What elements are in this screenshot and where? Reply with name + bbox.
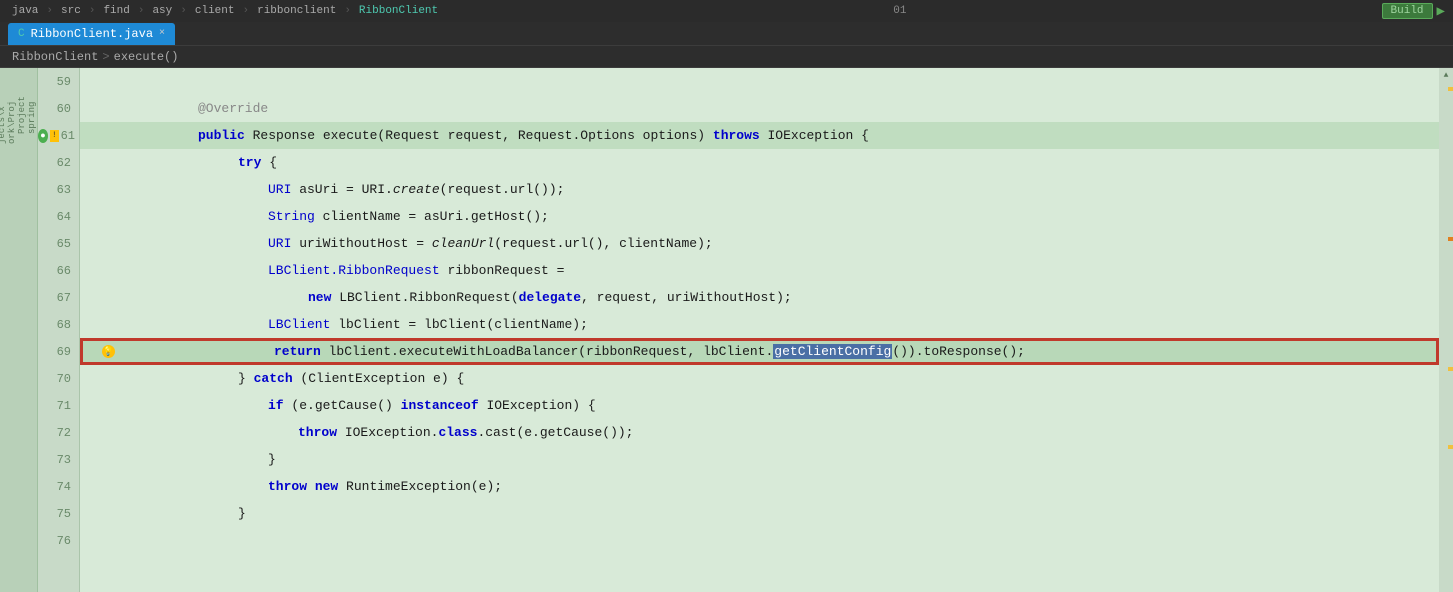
line-71: 71 (38, 392, 79, 419)
line-76: 76 (38, 527, 79, 554)
breadcrumb-part1: RibbonClient (12, 50, 98, 64)
sidebar-project: Project (17, 68, 27, 138)
line-75: 75 (38, 500, 79, 527)
gutter-marker-1 (1448, 87, 1453, 91)
breadcrumb-part2: execute() (114, 50, 179, 64)
code-editor: spring Project ork\Proj jects\x k\Proj 5… (0, 68, 1453, 592)
gutter-marker-3 (1448, 367, 1453, 371)
code-line-59 (80, 68, 1439, 95)
code-line-62: try { (80, 149, 1439, 176)
code-line-60: @Override (80, 95, 1439, 122)
nav-src: src (57, 5, 85, 17)
right-gutter-track (1439, 82, 1453, 592)
sidebar-jects: jects\x (0, 68, 7, 148)
nav-ribbonclient-upper: RibbonClient (355, 5, 442, 17)
build-button[interactable]: Build (1382, 3, 1433, 19)
editor-window: java › src › find › asy › client › ribbo… (0, 0, 1453, 592)
line-68: 68 (38, 311, 79, 338)
code-line-75: } (80, 500, 1439, 527)
line-64: 64 (38, 203, 79, 230)
code-content: @Override public Response execute(Reques… (80, 68, 1439, 592)
nav-java: java (8, 5, 42, 17)
line-info: 01 (893, 5, 906, 17)
line-59: 59 (38, 68, 79, 95)
breadcrumb-separator: > (102, 50, 109, 64)
code-line-70: } catch (ClientException e) { (80, 365, 1439, 392)
bulb-icon[interactable]: 💡 (102, 345, 115, 358)
code-line-66: LBClient.RibbonRequest ribbonRequest = (80, 257, 1439, 284)
code-line-64: String clientName = asUri.getHost(); (80, 203, 1439, 230)
sidebar-spring: spring (27, 68, 37, 138)
tab-label: RibbonClient.java (31, 27, 153, 41)
nav-find: find (99, 5, 133, 17)
nav-asy: asy (148, 5, 176, 17)
line-65: 65 (38, 230, 79, 257)
line-66: 66 (38, 257, 79, 284)
line-62: 62 (38, 149, 79, 176)
code-line-74: throw new RuntimeException(e); (80, 473, 1439, 500)
code-line-73: } (80, 446, 1439, 473)
warning-icon: ! (50, 130, 59, 142)
gutter-marker-2 (1448, 237, 1453, 241)
tab-bar: C RibbonClient.java × (0, 22, 1453, 46)
code-line-69: 💡 return lbClient.executeWithLoadBalance… (80, 338, 1439, 365)
sidebar-ork: ork\Proj (7, 68, 17, 148)
line-69: 69 (38, 338, 79, 365)
code-line-65: URI uriWithoutHost = cleanUrl (request.u… (80, 230, 1439, 257)
right-gutter: ▲ ▼ (1439, 68, 1453, 592)
left-sidebar: spring Project ork\Proj jects\x k\Proj (0, 68, 38, 592)
nav-client: client (191, 5, 239, 17)
line-73: 73 (38, 446, 79, 473)
code-line-63: URI asUri = URI. create (request.url()); (80, 176, 1439, 203)
selected-text: getClientConfig (773, 344, 892, 359)
tab-close-button[interactable]: × (159, 28, 165, 39)
code-line-67: new LBClient.RibbonRequest( delegate , r… (80, 284, 1439, 311)
code-line-61: public Response execute(Request request,… (80, 122, 1439, 149)
line-70: 70 (38, 365, 79, 392)
top-nav: java › src › find › asy › client › ribbo… (0, 0, 1453, 22)
nav-ribbonclient-lower: ribbonclient (253, 5, 340, 17)
line-72: 72 (38, 419, 79, 446)
line-74: 74 (38, 473, 79, 500)
line-60: 60 (38, 95, 79, 122)
breakpoint-icon: ● (38, 129, 48, 143)
scroll-up-arrow[interactable]: ▲ (1439, 68, 1453, 82)
breadcrumb: RibbonClient > execute() (0, 46, 1453, 68)
line-numbers-gutter: 59 60 ● ! 61 62 63 64 65 66 67 68 69 70 … (38, 68, 80, 592)
code-line-76 (80, 527, 1439, 554)
annotation-override: @Override (198, 101, 268, 116)
line-61: ● ! 61 (38, 122, 79, 149)
gutter-marker-4 (1448, 445, 1453, 449)
line-63: 63 (38, 176, 79, 203)
line-67: 67 (38, 284, 79, 311)
code-line-72: throw IOException. class .cast(e.getCaus… (80, 419, 1439, 446)
code-line-71: if (e.getCause() instanceof IOException)… (80, 392, 1439, 419)
tab-icon: C (18, 28, 25, 40)
run-button[interactable]: ▶ (1437, 3, 1445, 20)
file-tab[interactable]: C RibbonClient.java × (8, 23, 175, 45)
code-line-68: LBClient lbClient = lbClient(clientName)… (80, 311, 1439, 338)
